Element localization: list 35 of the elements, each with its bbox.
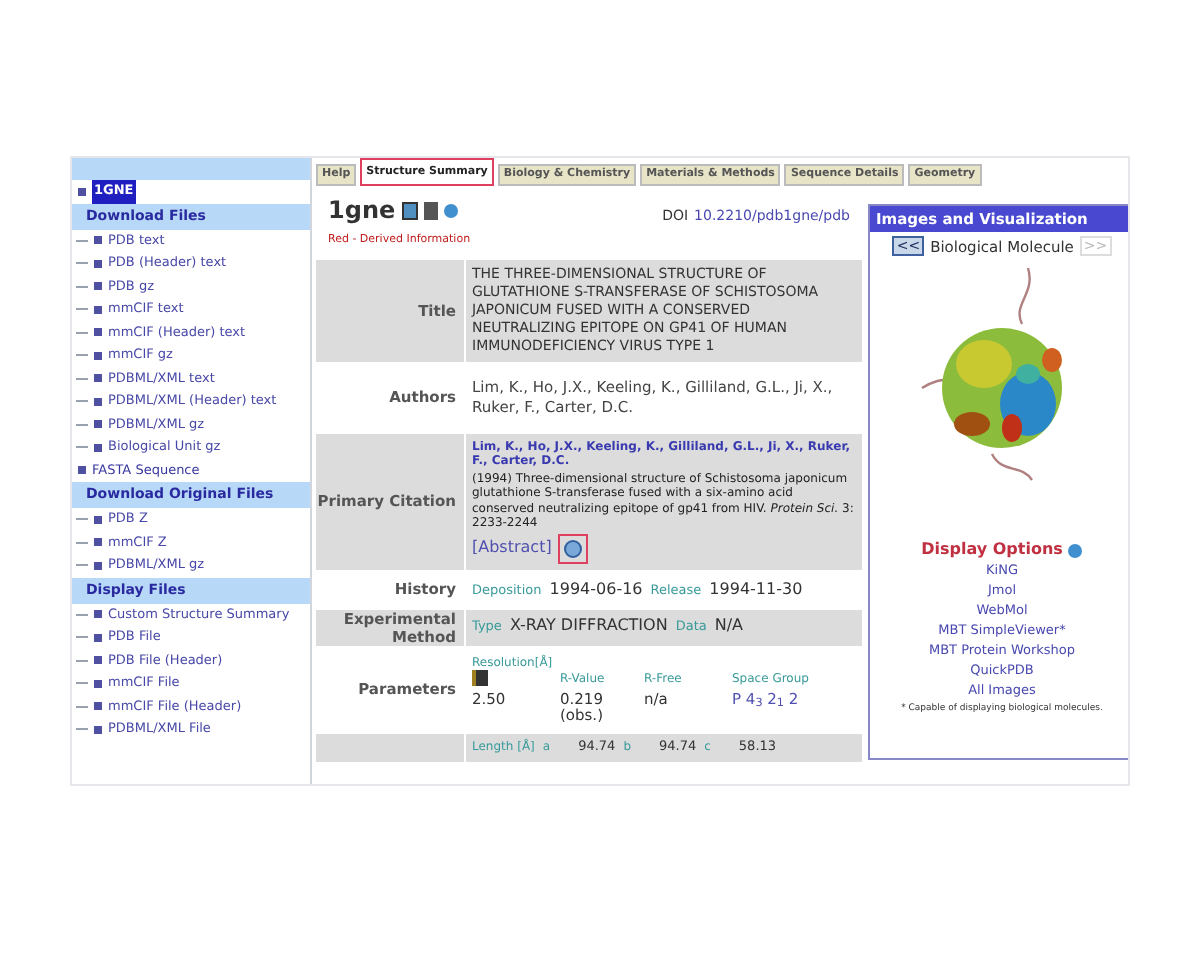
bullet-icon [94, 351, 102, 360]
document-icon[interactable] [423, 201, 438, 220]
options-title: Display Options [921, 540, 1063, 560]
bullet-icon [94, 420, 102, 429]
field-value: 1994-11-30 [709, 579, 803, 600]
bullet-icon [94, 236, 102, 245]
bullet-icon [94, 538, 102, 547]
entry-id: 1gne [328, 196, 396, 225]
help-icon[interactable] [1068, 543, 1083, 558]
bullet-icon [94, 610, 102, 619]
help-icon[interactable] [443, 203, 458, 218]
field-value: N/A [714, 615, 744, 635]
bullet-icon [94, 725, 102, 734]
bullet-icon [94, 561, 102, 570]
bullet-icon [94, 374, 102, 383]
bullet-icon [94, 328, 102, 337]
bullet-icon [94, 397, 102, 406]
bullet-icon [94, 656, 102, 665]
bullet-icon [94, 259, 102, 268]
bullet-icon [94, 443, 102, 452]
bullet-icon [78, 466, 86, 475]
bullet-icon [94, 679, 102, 688]
field-value: X-RAY DIFFRACTION [509, 615, 668, 635]
bullet-icon [94, 702, 102, 711]
bullet-icon [94, 515, 102, 524]
abstract-link[interactable]: [Abstract] [472, 538, 552, 559]
bullet-icon [94, 282, 102, 291]
bullet-icon [94, 633, 102, 642]
download-icon[interactable] [401, 201, 418, 220]
pubmed-link[interactable] [557, 533, 588, 564]
bullet-icon [94, 305, 102, 314]
globe-icon [563, 539, 582, 558]
document-icon [472, 669, 488, 686]
bullet-icon [78, 187, 86, 196]
field-value: 1994-06-16 [549, 579, 643, 600]
